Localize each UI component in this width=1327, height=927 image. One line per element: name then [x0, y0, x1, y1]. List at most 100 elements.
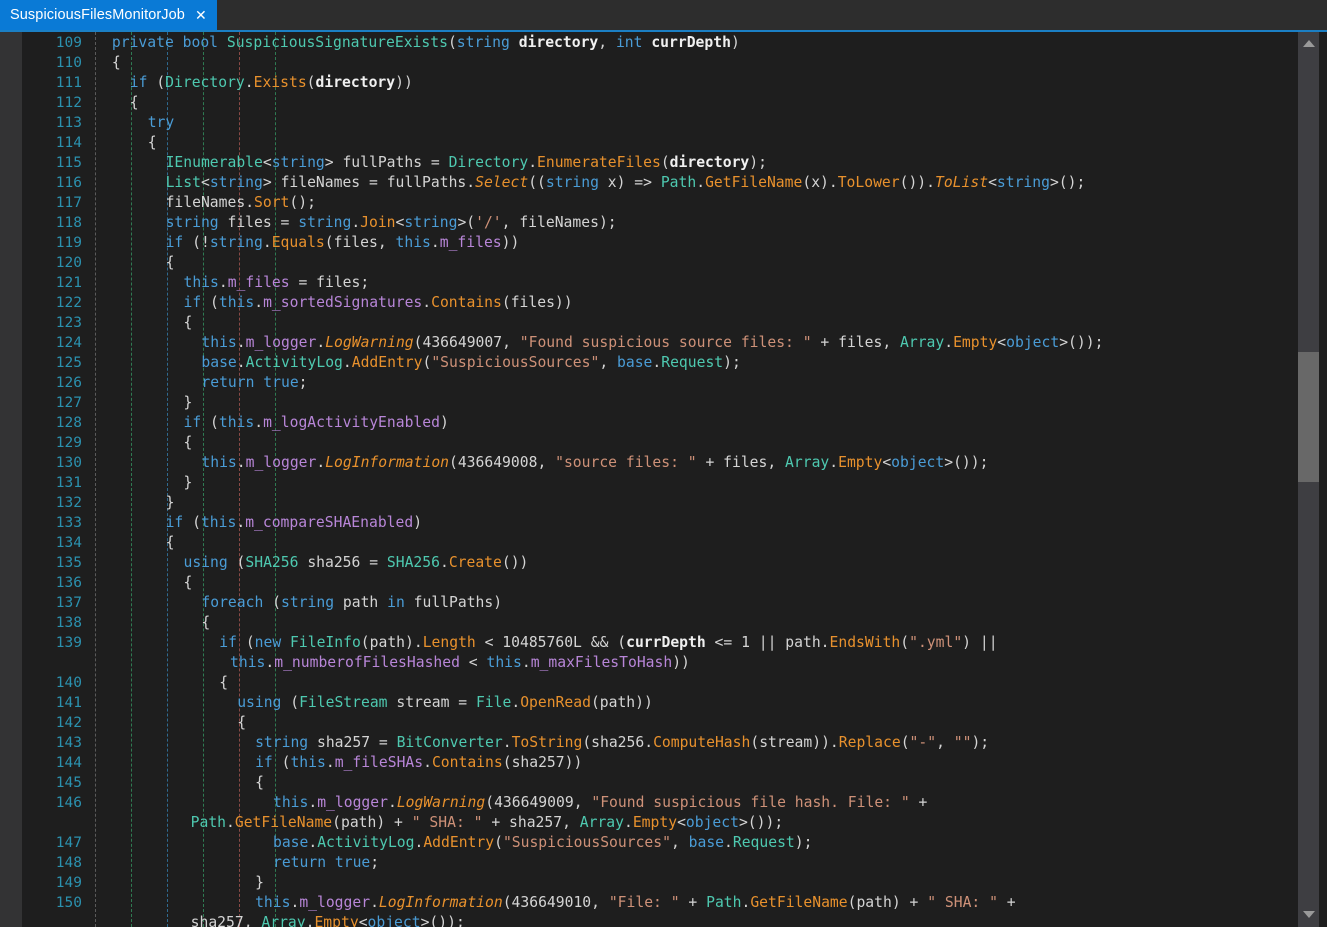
- code-line: 137 foreach (string path in fullPaths): [0, 593, 1290, 613]
- line-number: 127: [55, 395, 82, 411]
- line-content: return true;: [201, 374, 308, 391]
- line-number: 117: [55, 195, 82, 211]
- line-number: 142: [55, 715, 82, 731]
- line-number: 132: [55, 495, 82, 511]
- line-content: {: [147, 134, 157, 151]
- line-number: 122: [55, 295, 82, 311]
- tab-label: SuspiciousFilesMonitorJob: [10, 7, 185, 23]
- line-content: {: [183, 434, 193, 451]
- code-line: 132}: [0, 493, 1290, 513]
- line-number: 119: [55, 235, 82, 251]
- code-line-continuation: Path.GetFileName(path) + " SHA: " + sha2…: [0, 813, 1290, 833]
- code-line: 110 {: [0, 53, 1290, 73]
- code-line: 133 if (this.m_compareSHAEnabled): [0, 513, 1290, 533]
- code-line: 117 fileNames.Sort();: [0, 193, 1290, 213]
- code-line: 130 this.m_logger.LogInformation(43664900…: [0, 453, 1290, 473]
- line-content: string files = string.Join<string>('/', …: [165, 214, 617, 231]
- line-content: fileNames.Sort();: [165, 194, 316, 211]
- line-number: 148: [55, 855, 82, 871]
- code-line: 114 {: [0, 133, 1290, 153]
- line-number: 115: [55, 155, 82, 171]
- line-number: 150: [55, 895, 82, 911]
- line-number: 145: [55, 775, 82, 791]
- code-line: 116 List<string> fileNames = fullPaths.Se…: [0, 173, 1290, 193]
- line-number: 121: [55, 275, 82, 291]
- line-content: this.m_logger.LogInformation(436649010, …: [255, 894, 1016, 911]
- line-content: IEnumerable<string> fullPaths = Director…: [165, 154, 767, 171]
- line-number: 109: [55, 35, 82, 51]
- code-line-continuation: sha257, Array.Empty<object>());: [0, 913, 1290, 927]
- line-number: 134: [55, 535, 82, 551]
- code-line: 135 using (SHA256 sha256 = SHA256.Create(…: [0, 553, 1290, 573]
- code-line: 134 {: [0, 533, 1290, 553]
- line-number: 144: [55, 755, 82, 771]
- line-content: {: [255, 774, 264, 791]
- line-content: this.m_logger.LogInformation(436649008, …: [201, 454, 989, 471]
- code-line: 144 if (this.m_fileSHAs.Contains(sha257)): [0, 753, 1290, 773]
- line-number: 137: [55, 595, 82, 611]
- line-number: 135: [55, 555, 82, 571]
- scroll-down-arrow-icon[interactable]: [1298, 905, 1319, 923]
- code-line: 127}: [0, 393, 1290, 413]
- line-number: 114: [55, 135, 82, 151]
- line-content: {: [129, 94, 139, 111]
- code-line: 148 return true;: [0, 853, 1290, 873]
- code-line: 122 if (this.m_sortedSignatures.Contains(…: [0, 293, 1290, 313]
- tab-suspiciousfilesmonitorjob[interactable]: SuspiciousFilesMonitorJob ✕: [0, 0, 217, 30]
- line-content: using (SHA256 sha256 = SHA256.Create()): [183, 554, 529, 571]
- code-line: 138 {: [0, 613, 1290, 633]
- scroll-up-arrow-icon[interactable]: [1298, 34, 1319, 52]
- vertical-scrollbar[interactable]: [1290, 32, 1327, 927]
- line-content: this.m_logger.LogWarning(436649009, "Fou…: [273, 794, 928, 811]
- line-content: {: [201, 614, 211, 631]
- line-number: 136: [55, 575, 82, 591]
- line-number: 120: [55, 255, 82, 271]
- line-number: 146: [55, 795, 82, 811]
- line-content: private bool SuspiciousSignatureExists(s…: [111, 34, 740, 51]
- line-content: }: [183, 474, 193, 491]
- code-line: 146 this.m_logger.LogWarning(436649009, "…: [0, 793, 1290, 813]
- line-number: 140: [55, 675, 82, 691]
- line-content: {: [183, 574, 193, 591]
- code-line: 123 {: [0, 313, 1290, 333]
- line-content: }: [183, 394, 193, 411]
- line-content: {: [165, 254, 175, 271]
- code-line: 109 private bool SuspiciousSignatureExist…: [0, 33, 1290, 53]
- code-line: 129 {: [0, 433, 1290, 453]
- code-line: 141 using (FileStream stream = File.OpenR…: [0, 693, 1290, 713]
- code-line: 115 IEnumerable<string> fullPaths = Direc…: [0, 153, 1290, 173]
- line-content: if (this.m_logActivityEnabled): [183, 414, 449, 431]
- line-content: {: [219, 674, 229, 691]
- line-number: 113: [55, 115, 82, 131]
- line-number: 147: [55, 835, 82, 851]
- code-line-continuation: this.m_numberofFilesHashed < this.m_maxF…: [0, 653, 1290, 673]
- line-content: if (this.m_compareSHAEnabled): [165, 514, 423, 531]
- code-line: 150 this.m_logger.LogInformation(43664901…: [0, 893, 1290, 913]
- scrollbar-thumb[interactable]: [1298, 352, 1319, 482]
- line-content: return true;: [273, 854, 380, 871]
- line-content: {: [111, 54, 121, 71]
- line-content: this.m_files = files;: [183, 274, 370, 291]
- code-line: 136 {: [0, 573, 1290, 593]
- line-content: {: [237, 714, 247, 731]
- line-content: if (this.m_sortedSignatures.Contains(fil…: [183, 294, 573, 311]
- line-content: base.ActivityLog.AddEntry("SuspiciousSou…: [273, 834, 813, 851]
- line-number: 133: [55, 515, 82, 531]
- line-number: 143: [55, 735, 82, 751]
- line-number: 141: [55, 695, 82, 711]
- line-content: sha257, Array.Empty<object>());: [190, 914, 465, 927]
- code-editor[interactable]: 109 private bool SuspiciousSignatureExist…: [0, 32, 1327, 927]
- code-lines: 109 private bool SuspiciousSignatureExist…: [0, 32, 1290, 927]
- line-number: 110: [55, 55, 82, 71]
- line-content: foreach (string path in fullPaths): [201, 594, 503, 611]
- close-icon[interactable]: ✕: [195, 8, 207, 22]
- line-content: this.m_logger.LogWarning(436649007, "Fou…: [201, 334, 1104, 351]
- code-line: 131}: [0, 473, 1290, 493]
- code-line: 119 if (!string.Equals(files, this.m_file…: [0, 233, 1290, 253]
- line-number: 126: [55, 375, 82, 391]
- code-line: 125 base.ActivityLog.AddEntry("Suspicious…: [0, 353, 1290, 373]
- code-line: 142 {: [0, 713, 1290, 733]
- line-content: if (Directory.Exists(directory)): [129, 74, 413, 91]
- code-line: 128 if (this.m_logActivityEnabled): [0, 413, 1290, 433]
- code-line: 139 if (new FileInfo(path).Length < 10485…: [0, 633, 1290, 653]
